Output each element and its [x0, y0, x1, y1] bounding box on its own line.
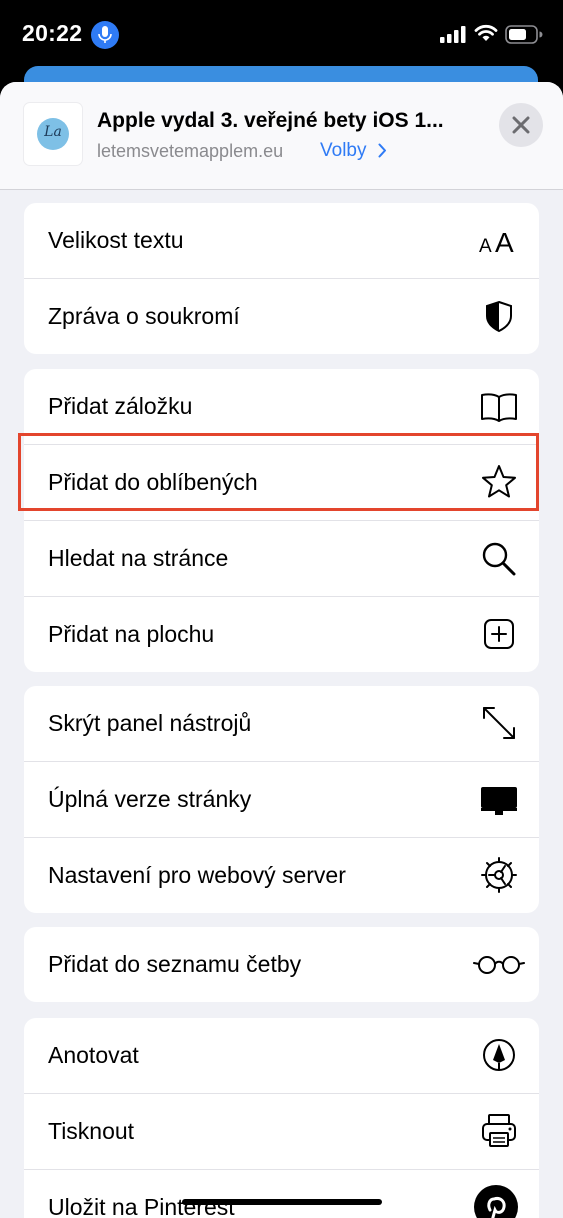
book-icon [479, 386, 519, 426]
close-button[interactable] [499, 103, 543, 147]
search-icon [479, 538, 519, 578]
printer-icon [479, 1111, 519, 1151]
options-button[interactable]: Volby [320, 140, 387, 162]
text-size-icon: A A [479, 220, 519, 260]
wifi-icon [474, 23, 498, 47]
menu-item-label: Velikost textu [48, 227, 184, 253]
desktop-icon [479, 779, 519, 819]
cellular-signal-icon [440, 26, 466, 48]
microphone-icon [91, 21, 119, 49]
menu-item-save-pinterest[interactable]: Uložit na Pinterest [24, 1170, 539, 1218]
star-icon [479, 462, 519, 502]
menu-item-markup[interactable]: Anotovat [24, 1018, 539, 1094]
menu-item-text-size[interactable]: Velikost textu A A [24, 203, 539, 279]
gear-icon [479, 855, 519, 895]
menu-group-1: Velikost textu A A Zpráva o soukromí [24, 203, 539, 354]
options-label[interactable]: Volby [320, 140, 366, 161]
menu-item-add-favorites[interactable]: Přidat do oblíbených [24, 445, 539, 521]
menu-item-label: Nastavení pro webový server [48, 862, 346, 888]
shield-icon [479, 296, 519, 336]
site-logo-text: La [44, 124, 62, 140]
menu-item-website-settings[interactable]: Nastavení pro webový server [24, 838, 539, 913]
menu-item-label: Úplná verze stránky [48, 786, 252, 812]
expand-arrows-icon [479, 703, 519, 743]
menu-item-print[interactable]: Tisknout [24, 1094, 539, 1170]
menu-item-hide-toolbar[interactable]: Skrýt panel nástrojů [24, 686, 539, 762]
home-indicator[interactable] [182, 1199, 382, 1205]
share-sheet: La Apple vydal 3. veřejné bety iOS 1... … [0, 82, 563, 1218]
site-logo: La [37, 118, 69, 150]
menu-item-label: Zpráva o soukromí [48, 303, 240, 329]
glasses-icon [472, 944, 526, 984]
menu-item-find-on-page[interactable]: Hledat na stránce [24, 521, 539, 597]
menu-item-request-desktop-site[interactable]: Úplná verze stránky [24, 762, 539, 838]
clock: 20:22 [22, 20, 83, 46]
menu-item-label: Skrýt panel nástrojů [48, 710, 252, 736]
site-thumbnail: La [24, 103, 82, 165]
svg-text:A: A [479, 236, 492, 257]
sheet-header: La Apple vydal 3. veřejné bety iOS 1... … [0, 82, 563, 190]
markup-pen-icon [479, 1035, 519, 1075]
menu-item-add-reading-list[interactable]: Přidat do seznamu četby [24, 927, 539, 1002]
battery-icon [505, 25, 543, 49]
pinterest-icon [472, 1183, 520, 1218]
menu-item-label: Přidat na plochu [48, 621, 215, 647]
menu-group-2: Přidat záložku Přidat do oblíbených Hled… [24, 369, 539, 672]
menu-group-4: Přidat do seznamu četby [24, 927, 539, 1002]
menu-group-5: Anotovat Tisknout Uložit na Pinterest [24, 1018, 539, 1218]
menu-item-label: Tisknout [48, 1118, 135, 1144]
menu-item-label: Přidat do oblíbených [48, 469, 258, 495]
svg-text:A: A [495, 227, 514, 258]
page-title: Apple vydal 3. veřejné bety iOS 1... [97, 109, 444, 132]
menu-item-add-bookmark[interactable]: Přidat záložku [24, 369, 539, 445]
menu-item-label: Uložit na Pinterest [48, 1194, 235, 1218]
menu-item-label: Přidat záložku [48, 393, 193, 419]
menu-item-label: Přidat do seznamu četby [48, 951, 302, 977]
menu-item-label: Hledat na stránce [48, 545, 229, 571]
menu-item-add-to-home-screen[interactable]: Přidat na plochu [24, 597, 539, 672]
menu-item-label: Anotovat [48, 1042, 139, 1068]
plus-square-icon [479, 614, 519, 654]
chevron-right-icon [378, 143, 386, 158]
menu-group-3: Skrýt panel nástrojů Úplná verze stránky [24, 686, 539, 913]
status-bar: 20:22 [0, 0, 563, 70]
menu-item-privacy-report[interactable]: Zpráva o soukromí [24, 279, 539, 354]
page-domain: letemsvetemapplem.eu [97, 141, 284, 161]
close-icon [512, 116, 530, 134]
